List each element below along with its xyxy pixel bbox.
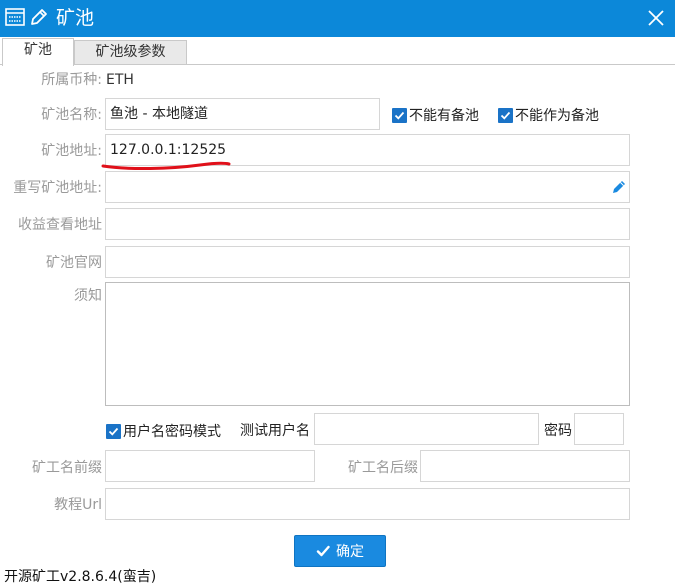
tab-bar: 矿池 矿池级参数 xyxy=(0,37,675,66)
income-url-label: 收益查看地址 xyxy=(18,217,102,233)
window-title: 矿池 xyxy=(56,7,95,29)
tutorial-url-label: 教程Url xyxy=(54,497,102,513)
coin-label: 所属币种: xyxy=(41,72,102,88)
red-underline-annotation xyxy=(101,161,231,171)
edit-pencil-icon xyxy=(31,9,47,25)
checkbox-checked-icon xyxy=(392,107,407,123)
official-site-input[interactable] xyxy=(105,246,630,278)
official-site-label: 矿池官网 xyxy=(46,255,102,271)
tab-pool-params[interactable]: 矿池级参数 xyxy=(74,40,187,65)
window-app-icon xyxy=(5,8,25,26)
tab-pool[interactable]: 矿池 xyxy=(2,38,74,66)
rewrite-address-input[interactable] xyxy=(105,171,630,203)
password-label: 密码 xyxy=(544,423,572,439)
edit-pencil-icon[interactable] xyxy=(611,179,627,195)
user-pass-mode-checkbox[interactable]: 用户名密码模式 xyxy=(106,421,221,441)
notice-textarea[interactable] xyxy=(105,282,630,406)
pool-name-input[interactable]: 鱼池 - 本地隧道 xyxy=(105,98,380,130)
ok-button-label: 确定 xyxy=(336,544,364,560)
worker-suffix-label: 矿工名后缀 xyxy=(348,460,418,476)
close-icon[interactable] xyxy=(645,7,667,29)
income-url-input[interactable] xyxy=(105,208,630,240)
user-pass-mode-label: 用户名密码模式 xyxy=(123,424,221,440)
no-backup-pool-checkbox[interactable]: 不能有备池 xyxy=(392,105,479,125)
password-input[interactable] xyxy=(574,413,624,445)
worker-prefix-input[interactable] xyxy=(105,450,315,482)
worker-suffix-input[interactable] xyxy=(420,450,630,482)
worker-prefix-label: 矿工名前缀 xyxy=(32,460,102,476)
test-username-label: 测试用户名 xyxy=(240,423,310,439)
no-backup-pool-label: 不能有备池 xyxy=(409,108,479,124)
not-as-backup-checkbox[interactable]: 不能作为备池 xyxy=(498,105,599,125)
tutorial-url-input[interactable] xyxy=(105,488,630,520)
tab-divider xyxy=(0,64,675,65)
version-footer: 开源矿工v2.8.6.4(蛮吉) xyxy=(4,569,157,585)
checkmark-icon xyxy=(316,545,330,557)
checkbox-checked-icon xyxy=(498,107,513,123)
checkbox-checked-icon xyxy=(106,423,121,439)
not-as-backup-label: 不能作为备池 xyxy=(515,108,599,124)
pool-name-label: 矿池名称: xyxy=(41,107,102,123)
title-bar: 矿池 xyxy=(0,0,675,37)
ok-button[interactable]: 确定 xyxy=(294,535,386,567)
notice-label: 须知 xyxy=(74,288,102,304)
coin-value: ETH xyxy=(106,72,134,88)
rewrite-address-label: 重写矿池地址: xyxy=(13,180,102,196)
test-username-input[interactable] xyxy=(314,413,539,445)
pool-address-label: 矿池地址: xyxy=(41,143,102,159)
